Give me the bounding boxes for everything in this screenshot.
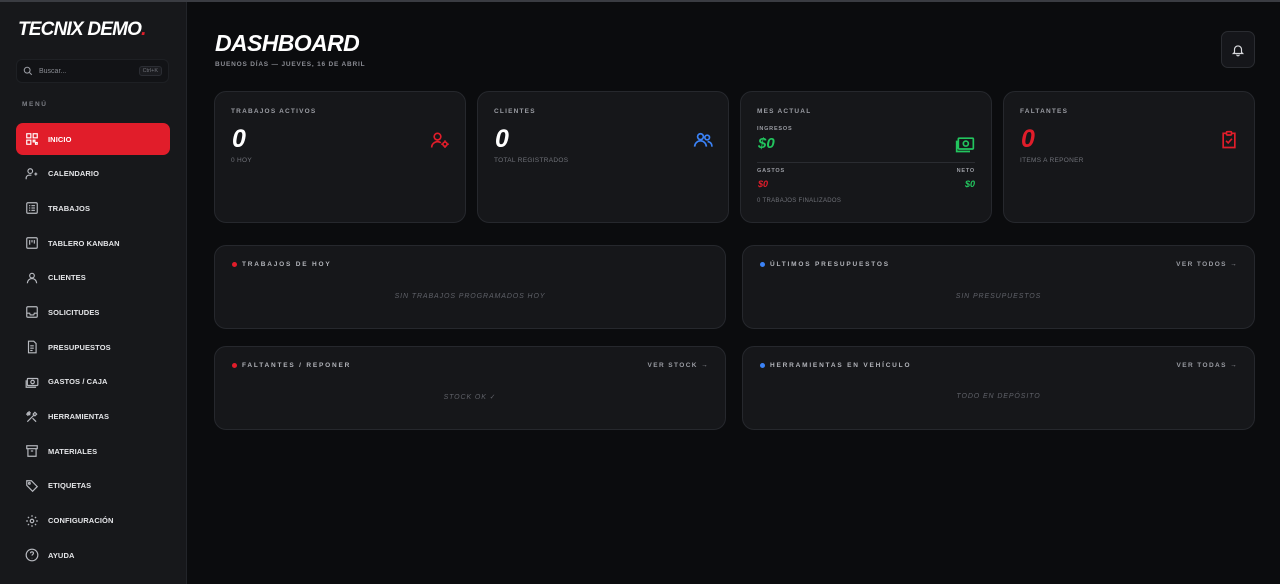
sidebar-item-label: HERRAMIENTAS — [48, 412, 110, 421]
stat-card-clients[interactable]: CLIENTES 0 TOTAL REGISTRADOS — [477, 91, 729, 223]
sidebar-item-gastos[interactable]: GASTOS / CAJA — [16, 366, 170, 398]
sidebar-item-label: MATERIALES — [48, 446, 98, 456]
expenses-label: GASTOS — [757, 168, 785, 174]
list-icon — [25, 202, 38, 215]
panel-empty-text: TODO EN DEPÓSITO — [956, 393, 1041, 400]
card-title: CLIENTES — [494, 108, 536, 115]
active-jobs-value: 0 — [232, 125, 246, 153]
search-input[interactable] — [39, 67, 129, 75]
gear-icon — [25, 514, 38, 527]
sidebar-item-materiales[interactable]: MATERIALES — [16, 435, 170, 467]
panel-latest-quotes: ÚLTIMOS PRESUPUESTOS VER TODOS → SIN PRE… — [742, 245, 1255, 329]
panel-missing-stock: FALTANTES / REPONER VER STOCK → STOCK OK… — [214, 346, 726, 430]
status-dot — [760, 363, 765, 368]
sidebar-item-label: PRESUPUESTOS — [48, 342, 111, 352]
income-label: INGRESOS — [757, 126, 793, 132]
sidebar-item-label: TRABAJOS — [48, 203, 91, 213]
status-dot — [760, 262, 765, 267]
user-calendar-icon — [25, 167, 37, 179]
page-subtitle: BUENOS DÍAS — JUEVES, 16 DE ABRIL — [215, 61, 366, 68]
panel-empty-text: SIN TRABAJOS PROGRAMADOS HOY — [394, 293, 546, 300]
sidebar-item-label: CLIENTES — [48, 273, 86, 283]
stat-card-current-month[interactable]: MES ACTUAL INGRESOS $0 GASTOS $0 NETO $0… — [740, 91, 992, 223]
expenses-value: $0 — [758, 179, 769, 189]
cash-icon — [25, 377, 38, 388]
users-icon — [693, 132, 713, 147]
card-title: FALTANTES — [1020, 108, 1069, 115]
stat-card-missing[interactable]: FALTANTES 0 ITEMS A REPONER — [1003, 91, 1255, 223]
missing-value: 0 — [1021, 125, 1035, 153]
sidebar: TECNIX DEMO. Ctrl+K MENÚ INICIO CALENDAR… — [0, 2, 187, 584]
sidebar-item-label: AYUDA — [48, 550, 75, 560]
status-dot — [232, 262, 237, 267]
brand-logo[interactable]: TECNIX DEMO. — [18, 19, 147, 41]
document-icon — [27, 340, 37, 354]
income-value: $0 — [758, 135, 775, 152]
tag-icon — [25, 480, 38, 492]
clipboard-check-icon — [1222, 130, 1236, 149]
search-shortcut: Ctrl+K — [138, 66, 162, 76]
help-icon — [25, 548, 38, 562]
user-gear-icon — [430, 132, 449, 148]
panel-today-jobs: TRABAJOS DE HOY SIN TRABAJOS PROGRAMADOS… — [214, 245, 726, 329]
net-value: $0 — [964, 179, 975, 189]
panel-empty-text: SIN PRESUPUESTOS — [955, 293, 1042, 300]
panel-title: TRABAJOS DE HOY — [242, 261, 332, 268]
card-title: MES ACTUAL — [757, 108, 812, 115]
sidebar-item-etiquetas[interactable]: ETIQUETAS — [16, 470, 170, 502]
panel-title: HERRAMIENTAS EN VEHÍCULO — [770, 362, 912, 369]
sidebar-item-label: INICIO — [48, 134, 72, 144]
bell-icon — [1231, 44, 1245, 56]
dashboard-icon — [25, 133, 38, 145]
panel-empty-text: STOCK OK ✓ — [443, 394, 497, 401]
card-subtitle: ITEMS A REPONER — [1020, 157, 1084, 164]
sidebar-item-label: CONFIGURACIÓN — [48, 516, 114, 526]
view-stock-link[interactable]: VER STOCK → — [647, 362, 709, 369]
status-dot — [232, 363, 237, 368]
panel-vehicle-tools: HERRAMIENTAS EN VEHÍCULO VER TODAS → TOD… — [742, 346, 1255, 430]
divider — [757, 162, 975, 163]
sidebar-item-trabajos[interactable]: TRABAJOS — [16, 192, 170, 224]
search-icon — [23, 66, 33, 76]
page-title: DASHBOARD — [215, 30, 360, 56]
sidebar-item-configuracion[interactable]: CONFIGURACIÓN — [16, 505, 170, 537]
panel-title: ÚLTIMOS PRESUPUESTOS — [770, 261, 890, 268]
kanban-icon — [25, 237, 38, 249]
menu-label: MENÚ — [22, 101, 48, 108]
sidebar-item-calendario[interactable]: CALENDARIO — [16, 158, 170, 190]
clients-value: 0 — [495, 125, 509, 153]
user-icon — [26, 272, 37, 284]
card-title: TRABAJOS ACTIVOS — [231, 108, 317, 115]
view-all-tools-link[interactable]: VER TODAS → — [1176, 362, 1238, 369]
sidebar-item-herramientas[interactable]: HERRAMIENTAS — [16, 401, 170, 433]
finished-jobs-count: 0 TRABAJOS FINALIZADOS — [757, 198, 842, 204]
sidebar-item-kanban[interactable]: TABLERO KANBAN — [16, 227, 170, 259]
sidebar-item-presupuestos[interactable]: PRESUPUESTOS — [16, 331, 170, 363]
notifications-button[interactable] — [1221, 31, 1255, 68]
sidebar-item-clientes[interactable]: CLIENTES — [16, 262, 170, 294]
card-subtitle: TOTAL REGISTRADOS — [494, 157, 569, 164]
search-box[interactable]: Ctrl+K — [16, 59, 169, 83]
sidebar-item-label: ETIQUETAS — [48, 481, 92, 491]
sidebar-item-label: TABLERO KANBAN — [48, 238, 120, 248]
net-label: NETO — [956, 168, 975, 174]
money-icon — [955, 137, 975, 153]
stat-card-active-jobs[interactable]: TRABAJOS ACTIVOS 0 0 HOY — [214, 91, 466, 223]
inbox-icon — [25, 306, 38, 319]
sidebar-item-label: SOLICITUDES — [48, 307, 100, 317]
archive-icon — [25, 445, 38, 458]
sidebar-item-solicitudes[interactable]: SOLICITUDES — [16, 296, 170, 328]
sidebar-item-label: GASTOS / CAJA — [48, 377, 108, 387]
sidebar-item-label: CALENDARIO — [48, 169, 99, 179]
sidebar-item-ayuda[interactable]: AYUDA — [16, 539, 170, 571]
sidebar-item-inicio[interactable]: INICIO — [16, 123, 170, 155]
panel-title: FALTANTES / REPONER — [242, 362, 352, 369]
tools-icon — [25, 410, 37, 422]
card-subtitle: 0 HOY — [231, 157, 253, 164]
view-all-quotes-link[interactable]: VER TODOS → — [1176, 261, 1238, 268]
sidebar-nav: INICIO CALENDARIO TRABAJOS TABLERO KANBA… — [16, 123, 170, 574]
